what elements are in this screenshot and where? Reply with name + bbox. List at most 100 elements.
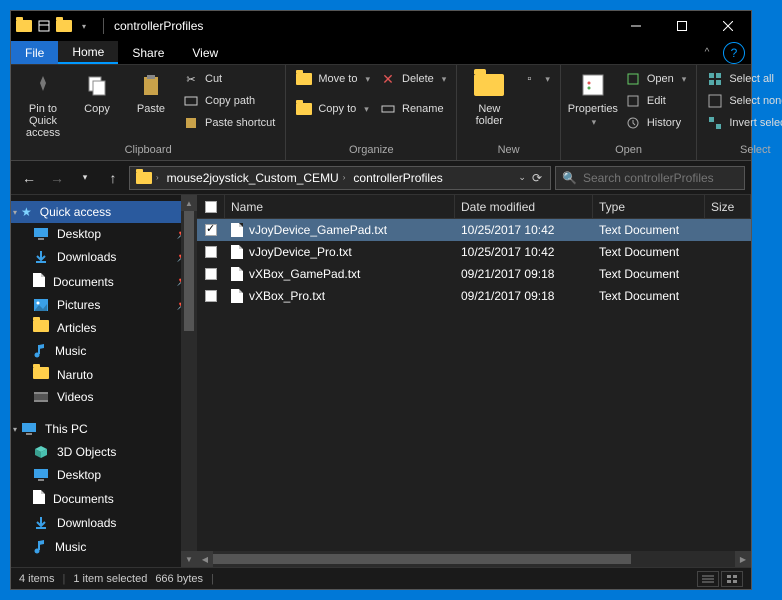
sidebar-item[interactable]: Documents📌 xyxy=(11,269,197,294)
edit-button[interactable]: Edit xyxy=(623,91,688,111)
column-header-date[interactable]: Date modified xyxy=(455,195,593,218)
sidebar-quickaccess[interactable]: ▾ ★ Quick access xyxy=(11,201,197,223)
qat-newfolder-icon[interactable] xyxy=(55,17,73,35)
nav-up-button[interactable]: ↑ xyxy=(101,166,125,190)
file-row[interactable]: vJoyDevice_GamePad.txt 10/25/2017 10:42 … xyxy=(197,219,751,241)
sidebar-item-label: Music xyxy=(55,344,86,358)
nav-recent-button[interactable]: ▾ xyxy=(73,166,97,190)
folder-icon xyxy=(33,320,49,335)
sidebar-thispc[interactable]: ▾ This PC xyxy=(11,418,197,440)
file-name-cell[interactable]: vJoyDevice_GamePad.txt xyxy=(225,223,455,237)
view-details-button[interactable] xyxy=(697,571,719,587)
search-input[interactable] xyxy=(583,171,738,185)
tab-home[interactable]: Home xyxy=(58,41,118,64)
history-button[interactable]: History xyxy=(623,113,688,133)
paste-button[interactable]: Paste xyxy=(127,69,175,115)
column-header-checkbox[interactable] xyxy=(197,195,225,218)
ribbon-group-new: New folder ▫▾ New xyxy=(457,65,561,160)
row-checkbox[interactable] xyxy=(205,290,217,302)
scroll-right-icon[interactable]: ▶ xyxy=(735,551,751,567)
sidebar-item[interactable]: Desktop xyxy=(11,464,197,486)
sidebar-item[interactable]: Music xyxy=(11,339,197,363)
scroll-thumb[interactable] xyxy=(184,211,194,331)
sidebar-item[interactable]: Articles xyxy=(11,316,197,339)
ribbon-group-select: Select all Select none Invert selection … xyxy=(697,65,782,160)
newitem-button[interactable]: ▫▾ xyxy=(519,69,552,89)
sidebar-item[interactable]: Naruto xyxy=(11,363,197,386)
copy-button[interactable]: Copy xyxy=(73,69,121,115)
column-header-type[interactable]: Type xyxy=(593,195,705,218)
qat-dropdown-icon[interactable]: ▾ xyxy=(75,17,93,35)
sidebar-item[interactable]: Downloads📌 xyxy=(11,245,197,269)
sidebar-item[interactable]: Videos xyxy=(11,386,197,408)
sidebar-item[interactable]: Music xyxy=(11,535,197,559)
file-row[interactable]: vJoyDevice_Pro.txt 10/25/2017 10:42 Text… xyxy=(197,241,751,263)
copyto-icon xyxy=(296,101,312,117)
group-label-select: Select xyxy=(705,142,782,158)
rename-button[interactable]: Rename xyxy=(378,99,448,119)
maximize-button[interactable] xyxy=(659,11,705,41)
nav-back-button[interactable]: ← xyxy=(17,166,41,190)
breadcrumb-seg-2[interactable]: controllerProfiles xyxy=(349,167,446,189)
file-row[interactable]: vXBox_Pro.txt 09/21/2017 09:18 Text Docu… xyxy=(197,285,751,307)
properties-button[interactable]: Properties▾ xyxy=(569,69,617,128)
sidebar-item-label: Downloads xyxy=(57,516,116,530)
column-header-name[interactable]: Name xyxy=(225,195,455,218)
breadcrumb-dropdown-icon[interactable]: ⌄ xyxy=(518,172,526,183)
row-checkbox[interactable] xyxy=(205,246,217,258)
pasteshortcut-button[interactable]: Paste shortcut xyxy=(181,113,277,133)
sidebar-item-label: Documents xyxy=(53,275,114,289)
search-box[interactable]: 🔍 xyxy=(555,166,745,190)
file-date-cell: 09/21/2017 09:18 xyxy=(455,289,593,303)
selectnone-button[interactable]: Select none xyxy=(705,91,782,111)
pin-quickaccess-button[interactable]: Pin to Quick access xyxy=(19,69,67,139)
sidebar-item[interactable]: Pictures📌 xyxy=(11,294,197,316)
folder-icon xyxy=(136,172,152,184)
scroll-thumb[interactable] xyxy=(213,554,631,564)
row-checkbox[interactable] xyxy=(205,268,217,280)
delete-button[interactable]: ✕Delete▾ xyxy=(378,69,448,89)
tab-view[interactable]: View xyxy=(178,41,232,64)
copypath-button[interactable]: Copy path xyxy=(181,91,277,111)
newfolder-button[interactable]: New folder xyxy=(465,69,513,127)
title-bar: ▾ controllerProfiles xyxy=(11,11,751,41)
sidebar-item[interactable]: Documents xyxy=(11,486,197,511)
row-checkbox[interactable] xyxy=(205,224,217,236)
cut-button[interactable]: ✂Cut xyxy=(181,69,277,89)
scroll-left-icon[interactable]: ◀ xyxy=(197,551,213,567)
sidebar-item[interactable]: Downloads xyxy=(11,511,197,535)
sidebar-item[interactable]: Desktop📌 xyxy=(11,223,197,245)
close-button[interactable] xyxy=(705,11,751,41)
scroll-up-icon[interactable]: ▲ xyxy=(181,195,197,211)
ribbon-collapse-icon[interactable]: ^ xyxy=(697,41,717,64)
help-icon[interactable]: ? xyxy=(723,42,745,64)
copypath-icon xyxy=(183,93,199,109)
file-name-cell[interactable]: vXBox_Pro.txt xyxy=(225,289,455,303)
tab-share[interactable]: Share xyxy=(118,41,178,64)
breadcrumb[interactable]: › mouse2joystick_Custom_CEMU› controller… xyxy=(129,166,551,190)
qat-properties-icon[interactable] xyxy=(35,17,53,35)
file-name-cell[interactable]: vJoyDevice_Pro.txt xyxy=(225,245,455,259)
breadcrumb-seg-1[interactable]: mouse2joystick_Custom_CEMU› xyxy=(163,167,350,189)
textfile-icon xyxy=(231,289,243,303)
minimize-button[interactable] xyxy=(613,11,659,41)
sidebar-scrollbar[interactable]: ▲ ▼ xyxy=(181,195,197,567)
open-button[interactable]: Open▾ xyxy=(623,69,688,89)
file-name-cell[interactable]: vXBox_GamePad.txt xyxy=(225,267,455,281)
invertselection-button[interactable]: Invert selection xyxy=(705,113,782,133)
selectall-button[interactable]: Select all xyxy=(705,69,782,89)
refresh-icon[interactable]: ⟳ xyxy=(532,171,542,185)
nav-forward-button[interactable]: → xyxy=(45,166,69,190)
paste-icon xyxy=(135,69,167,101)
file-row[interactable]: vXBox_GamePad.txt 09/21/2017 09:18 Text … xyxy=(197,263,751,285)
column-header-size[interactable]: Size xyxy=(705,195,751,218)
file-date-cell: 10/25/2017 10:42 xyxy=(455,223,593,237)
copyto-button[interactable]: Copy to▾ xyxy=(294,99,372,119)
view-largeicons-button[interactable] xyxy=(721,571,743,587)
file-pane: Name Date modified Type Size vJoyDevice_… xyxy=(197,195,751,567)
scroll-down-icon[interactable]: ▼ xyxy=(181,551,197,567)
horizontal-scrollbar[interactable]: ◀ ▶ xyxy=(197,551,751,567)
tab-file[interactable]: File xyxy=(11,41,58,64)
sidebar-item[interactable]: 3D Objects xyxy=(11,440,197,464)
moveto-button[interactable]: Move to▾ xyxy=(294,69,372,89)
